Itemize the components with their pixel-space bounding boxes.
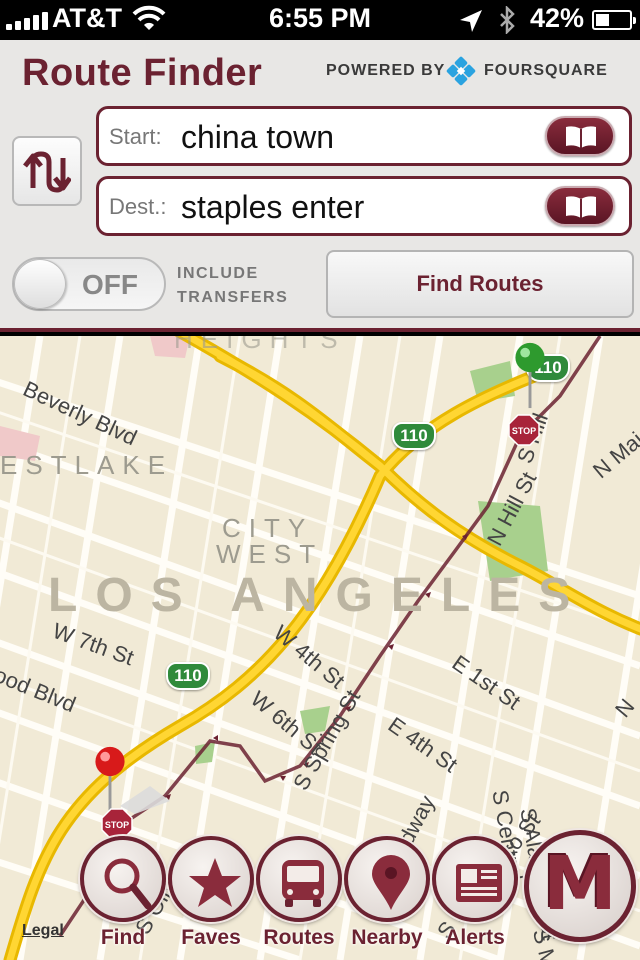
stop-sign-icon: STOP (508, 414, 540, 446)
bus-icon (282, 860, 324, 907)
location-icon (460, 10, 482, 32)
tab-label: Alerts (445, 926, 505, 949)
destination-input[interactable]: staples enter (181, 189, 364, 226)
foursquare-label: FOURSQUARE (484, 62, 608, 79)
metro-logo-letter: M (543, 841, 617, 927)
highway-shield: 110 (166, 662, 210, 690)
start-field[interactable]: Start: china town (96, 106, 632, 166)
district-label: WEST (216, 539, 324, 569)
district-label: HEIGHTS (174, 336, 346, 354)
foursquare-logo-icon (446, 56, 476, 86)
swap-locations-button[interactable] (12, 136, 82, 206)
destination-pin-icon[interactable] (90, 744, 130, 814)
star-icon (189, 858, 241, 907)
book-icon (566, 126, 596, 148)
battery-icon (592, 10, 636, 30)
tab-find[interactable]: Find (80, 836, 166, 956)
district-label: ESTLAKE (0, 450, 174, 480)
page-title: Route Finder (22, 52, 263, 94)
tab-alerts[interactable]: Alerts (432, 836, 518, 956)
magnifier-icon (104, 858, 152, 910)
highway-shield: 110 (392, 422, 436, 450)
tab-faves[interactable]: Faves (168, 836, 254, 956)
start-bookmarks-button[interactable] (545, 116, 615, 156)
include-transfers-toggle[interactable]: OFF (12, 257, 166, 311)
city-label: LOS ANGELES (48, 569, 589, 622)
newspaper-icon (456, 864, 502, 902)
stop-label: STOP (512, 426, 536, 436)
location-pin-icon (372, 855, 410, 910)
book-icon (566, 196, 596, 218)
status-bar: AT&T 6:55 PM 42% (0, 0, 640, 40)
tab-nearby[interactable]: Nearby (344, 836, 430, 956)
start-input[interactable]: china town (181, 119, 334, 156)
destination-field[interactable]: Dest.: staples enter (96, 176, 632, 236)
start-label: Start: (109, 124, 162, 149)
tab-routes[interactable]: Routes (256, 836, 342, 956)
toggle-state-label: OFF (82, 269, 138, 300)
powered-by-label: POWERED BY (326, 62, 446, 79)
start-pin-icon[interactable] (510, 340, 550, 410)
toggle-knob[interactable] (14, 259, 66, 309)
tab-bar: Find Faves Routes Nearby Alerts M (0, 820, 640, 960)
include-transfers-label: INCLUDE TRANSFERS (177, 265, 289, 306)
bluetooth-icon (500, 6, 515, 34)
swap-arrows-icon (23, 151, 71, 193)
metro-home-button[interactable]: M (524, 830, 636, 942)
find-routes-button[interactable]: Find Routes (326, 250, 634, 318)
route-finder-panel: Route Finder POWERED BY FOURSQUARE Start… (0, 40, 640, 332)
destination-label: Dest.: (109, 194, 167, 219)
destination-bookmarks-button[interactable] (545, 186, 615, 226)
battery-percentage: 42% (530, 3, 585, 33)
